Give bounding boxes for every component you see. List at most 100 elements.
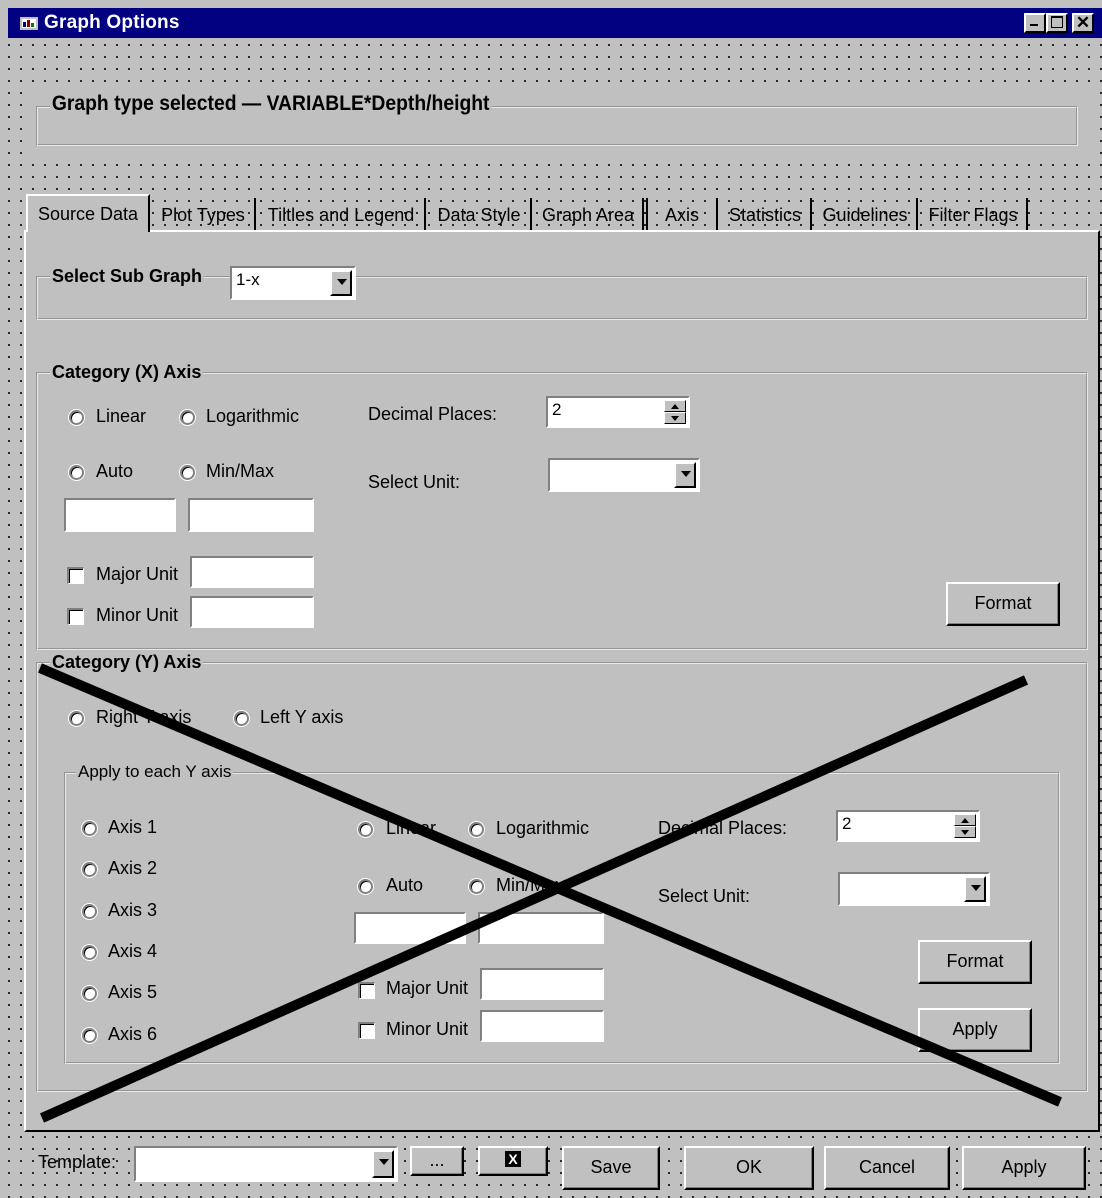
- y-major-checkbox[interactable]: [358, 982, 375, 999]
- y-minmax-label: Min/Max: [496, 875, 565, 895]
- x-minmax-label: Min/Max: [206, 461, 275, 481]
- save-button[interactable]: Save: [562, 1146, 660, 1190]
- template-label: Template:: [38, 1152, 117, 1172]
- apply-button[interactable]: Apply: [962, 1146, 1086, 1190]
- window-title: Graph Options: [44, 12, 180, 33]
- y-linear-label: Linear: [386, 818, 437, 838]
- spin-arrows-icon[interactable]: [664, 400, 686, 424]
- clear-button[interactable]: X: [478, 1146, 548, 1176]
- axis-6-radio[interactable]: [82, 1028, 97, 1043]
- chevron-down-icon[interactable]: [372, 1150, 394, 1178]
- y-max-input[interactable]: [478, 912, 604, 944]
- axis-3-radio[interactable]: [82, 904, 97, 919]
- maximize-button[interactable]: [1046, 13, 1068, 33]
- tab-plot-types[interactable]: Plot Types: [152, 198, 256, 232]
- graph-type-label: Graph type selected — VARIABLE*Depth/hei…: [50, 92, 492, 116]
- axis-4-radio[interactable]: [82, 945, 97, 960]
- y-unit-label: Select Unit:: [658, 886, 751, 906]
- subgraph-value: 1-x: [236, 270, 260, 289]
- y-right-label: Right Y axis: [96, 707, 192, 727]
- maximize-icon: [1051, 16, 1063, 28]
- x-linear-label: Linear: [96, 406, 147, 426]
- y-left-radio[interactable]: [234, 711, 249, 726]
- x-auto-label: Auto: [96, 461, 134, 481]
- tab-data-style[interactable]: Data Style: [428, 198, 532, 232]
- x-format-button[interactable]: Format: [946, 582, 1060, 626]
- y-minmax-radio[interactable]: [469, 879, 484, 894]
- subgraph-select[interactable]: 1-x: [230, 266, 356, 300]
- x-major-label: Major Unit: [96, 564, 179, 584]
- x-minor-label: Minor Unit: [96, 605, 179, 625]
- x-major-input[interactable]: [190, 556, 314, 588]
- title-bar[interactable]: Graph Options ✕: [8, 8, 1102, 38]
- y-decimal-label: Decimal Places:: [658, 818, 788, 838]
- tab-axis[interactable]: Axis: [646, 198, 718, 232]
- x-max-input[interactable]: [188, 498, 314, 532]
- close-icon: ✕: [1075, 13, 1091, 32]
- y-axis-title: Category (Y) Axis: [50, 652, 204, 673]
- x-minor-checkbox[interactable]: [67, 608, 84, 625]
- x-auto-radio[interactable]: [69, 465, 84, 480]
- close-button[interactable]: ✕: [1072, 13, 1094, 33]
- x-decimal-value: 2: [552, 400, 562, 419]
- y-auto-label: Auto: [386, 875, 424, 895]
- axis-5-radio[interactable]: [82, 986, 97, 1001]
- x-unit-select[interactable]: [548, 458, 700, 492]
- y-left-label: Left Y axis: [260, 707, 344, 727]
- tab-guidelines[interactable]: Guidelines: [814, 198, 918, 232]
- axis-1-radio[interactable]: [82, 821, 97, 836]
- tab-source-data[interactable]: Source Data: [26, 194, 150, 232]
- y-format-button[interactable]: Format: [918, 940, 1032, 984]
- graph-options-window: Graph Options ✕ Graph type selected — VA…: [0, 0, 1102, 1198]
- tab-filter-flags[interactable]: Filter Flags: [920, 198, 1028, 232]
- chevron-down-icon[interactable]: [330, 270, 352, 296]
- chevron-down-icon[interactable]: [674, 462, 696, 488]
- y-log-radio[interactable]: [469, 822, 484, 837]
- cancel-button[interactable]: Cancel: [824, 1146, 950, 1190]
- x-decimal-label: Decimal Places:: [368, 404, 498, 424]
- x-minmax-radio[interactable]: [180, 465, 195, 480]
- x-decimal-spinner[interactable]: 2: [546, 396, 690, 428]
- apply-each-y-title: Apply to each Y axis: [76, 762, 234, 782]
- x-log-radio[interactable]: [180, 410, 195, 425]
- template-select[interactable]: [134, 1146, 398, 1182]
- x-unit-label: Select Unit:: [368, 472, 461, 492]
- y-minor-label: Minor Unit: [386, 1019, 469, 1039]
- y-log-label: Logarithmic: [496, 818, 590, 838]
- axis-5-label: Axis 5: [108, 982, 158, 1002]
- clear-icon: X: [505, 1151, 521, 1167]
- y-minor-checkbox[interactable]: [358, 1022, 375, 1039]
- y-decimal-spinner[interactable]: 2: [836, 810, 980, 842]
- y-apply-button[interactable]: Apply: [918, 1008, 1032, 1052]
- ok-button[interactable]: OK: [684, 1146, 814, 1190]
- x-linear-radio[interactable]: [69, 410, 84, 425]
- y-major-label: Major Unit: [386, 978, 469, 998]
- header-panel: Graph type selected — VARIABLE*Depth/hei…: [22, 84, 1092, 160]
- axis-4-label: Axis 4: [108, 941, 158, 961]
- y-auto-radio[interactable]: [358, 879, 373, 894]
- y-major-input[interactable]: [480, 968, 604, 1000]
- y-min-input[interactable]: [354, 912, 466, 944]
- minimize-icon: [1030, 24, 1038, 26]
- y-right-radio[interactable]: [69, 711, 84, 726]
- browse-button[interactable]: ...: [410, 1146, 464, 1176]
- x-major-checkbox[interactable]: [67, 567, 84, 584]
- y-minor-input[interactable]: [480, 1010, 604, 1042]
- axis-3-label: Axis 3: [108, 900, 158, 920]
- tab-statistics[interactable]: Statistics: [720, 198, 812, 232]
- chevron-down-icon[interactable]: [964, 876, 986, 902]
- subgraph-label: Select Sub Graph: [50, 266, 205, 287]
- x-axis-title: Category (X) Axis: [50, 362, 204, 383]
- axis-6-label: Axis 6: [108, 1024, 158, 1044]
- x-minor-input[interactable]: [190, 596, 314, 628]
- tab-titles-legend[interactable]: Tiltles and Legend: [258, 198, 426, 232]
- axis-2-radio[interactable]: [82, 862, 97, 877]
- y-decimal-value: 2: [842, 814, 852, 833]
- y-unit-select[interactable]: [838, 872, 990, 906]
- minimize-button[interactable]: [1024, 13, 1046, 33]
- tab-graph-area[interactable]: Graph Area: [534, 198, 644, 232]
- y-linear-radio[interactable]: [358, 822, 373, 837]
- x-min-input[interactable]: [64, 498, 176, 532]
- spin-arrows-icon[interactable]: [954, 814, 976, 838]
- axis-2-label: Axis 2: [108, 858, 158, 878]
